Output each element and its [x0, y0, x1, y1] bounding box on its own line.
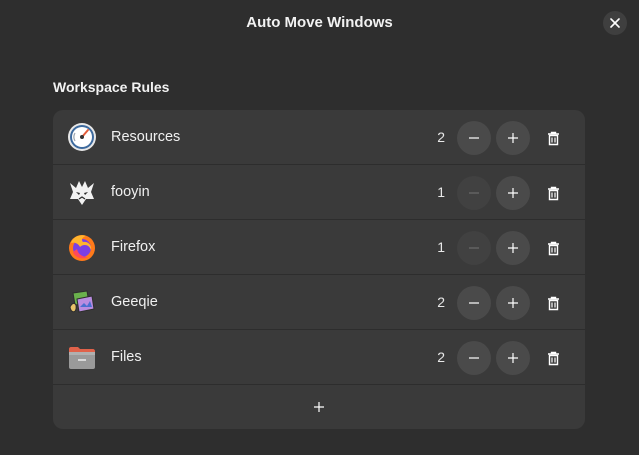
resources-icon — [68, 123, 96, 151]
increase-workspace-button[interactable] — [496, 286, 530, 320]
workspace-rules-list: Resources 2 fooyin 1 Firefox 1 Geeqie 2 … — [53, 110, 585, 429]
minus-icon — [469, 192, 479, 194]
plus-icon — [508, 243, 518, 253]
minus-icon — [469, 302, 479, 304]
header-bar: Auto Move Windows — [0, 0, 639, 46]
rule-app-name: Geeqie — [111, 294, 158, 310]
decrease-workspace-button[interactable] — [457, 176, 491, 210]
add-rule-button[interactable] — [53, 385, 585, 429]
increase-workspace-button[interactable] — [496, 121, 530, 155]
geeqie-icon — [69, 290, 95, 313]
increase-workspace-button[interactable] — [496, 231, 530, 265]
rule-row-firefox: Firefox 1 — [53, 220, 585, 275]
fooyin-icon — [70, 181, 94, 205]
rule-app-name: Firefox — [111, 239, 156, 255]
plus-icon — [508, 298, 518, 308]
increase-workspace-button[interactable] — [496, 176, 530, 210]
rule-row-resources: Resources 2 — [53, 110, 585, 165]
plus-icon — [508, 353, 518, 363]
rule-row-fooyin: fooyin 1 — [53, 165, 585, 220]
trash-icon — [547, 351, 559, 365]
decrease-workspace-button[interactable] — [457, 286, 491, 320]
decrease-workspace-button[interactable] — [457, 341, 491, 375]
rule-workspace-count: 1 — [437, 239, 445, 255]
trash-icon — [547, 131, 559, 145]
rule-workspace-count: 1 — [437, 184, 445, 200]
delete-rule-button[interactable] — [541, 236, 565, 260]
firefox-icon — [69, 235, 95, 261]
delete-rule-button[interactable] — [541, 181, 565, 205]
rule-app-name: fooyin — [111, 184, 150, 200]
minus-icon — [469, 247, 479, 249]
decrease-workspace-button[interactable] — [457, 231, 491, 265]
minus-icon — [469, 357, 479, 359]
rule-workspace-count: 2 — [437, 294, 445, 310]
section-title: Workspace Rules — [53, 79, 170, 95]
rule-app-name: Files — [111, 349, 142, 365]
trash-icon — [547, 296, 559, 310]
close-button[interactable] — [603, 11, 627, 35]
minus-icon — [469, 137, 479, 139]
close-icon — [610, 18, 620, 28]
increase-workspace-button[interactable] — [496, 341, 530, 375]
rule-workspace-count: 2 — [437, 129, 445, 145]
rule-row-files: Files 2 — [53, 330, 585, 385]
plus-icon — [508, 188, 518, 198]
files-icon — [69, 347, 95, 369]
trash-icon — [547, 186, 559, 200]
dialog-window: Auto Move Windows Workspace Rules Resour… — [0, 0, 639, 455]
delete-rule-button[interactable] — [541, 346, 565, 370]
rule-workspace-count: 2 — [437, 349, 445, 365]
trash-icon — [547, 241, 559, 255]
window-title: Auto Move Windows — [246, 14, 393, 31]
plus-icon — [508, 133, 518, 143]
rule-row-geeqie: Geeqie 2 — [53, 275, 585, 330]
delete-rule-button[interactable] — [541, 291, 565, 315]
delete-rule-button[interactable] — [541, 126, 565, 150]
decrease-workspace-button[interactable] — [457, 121, 491, 155]
plus-icon — [314, 402, 324, 412]
rule-app-name: Resources — [111, 129, 181, 145]
